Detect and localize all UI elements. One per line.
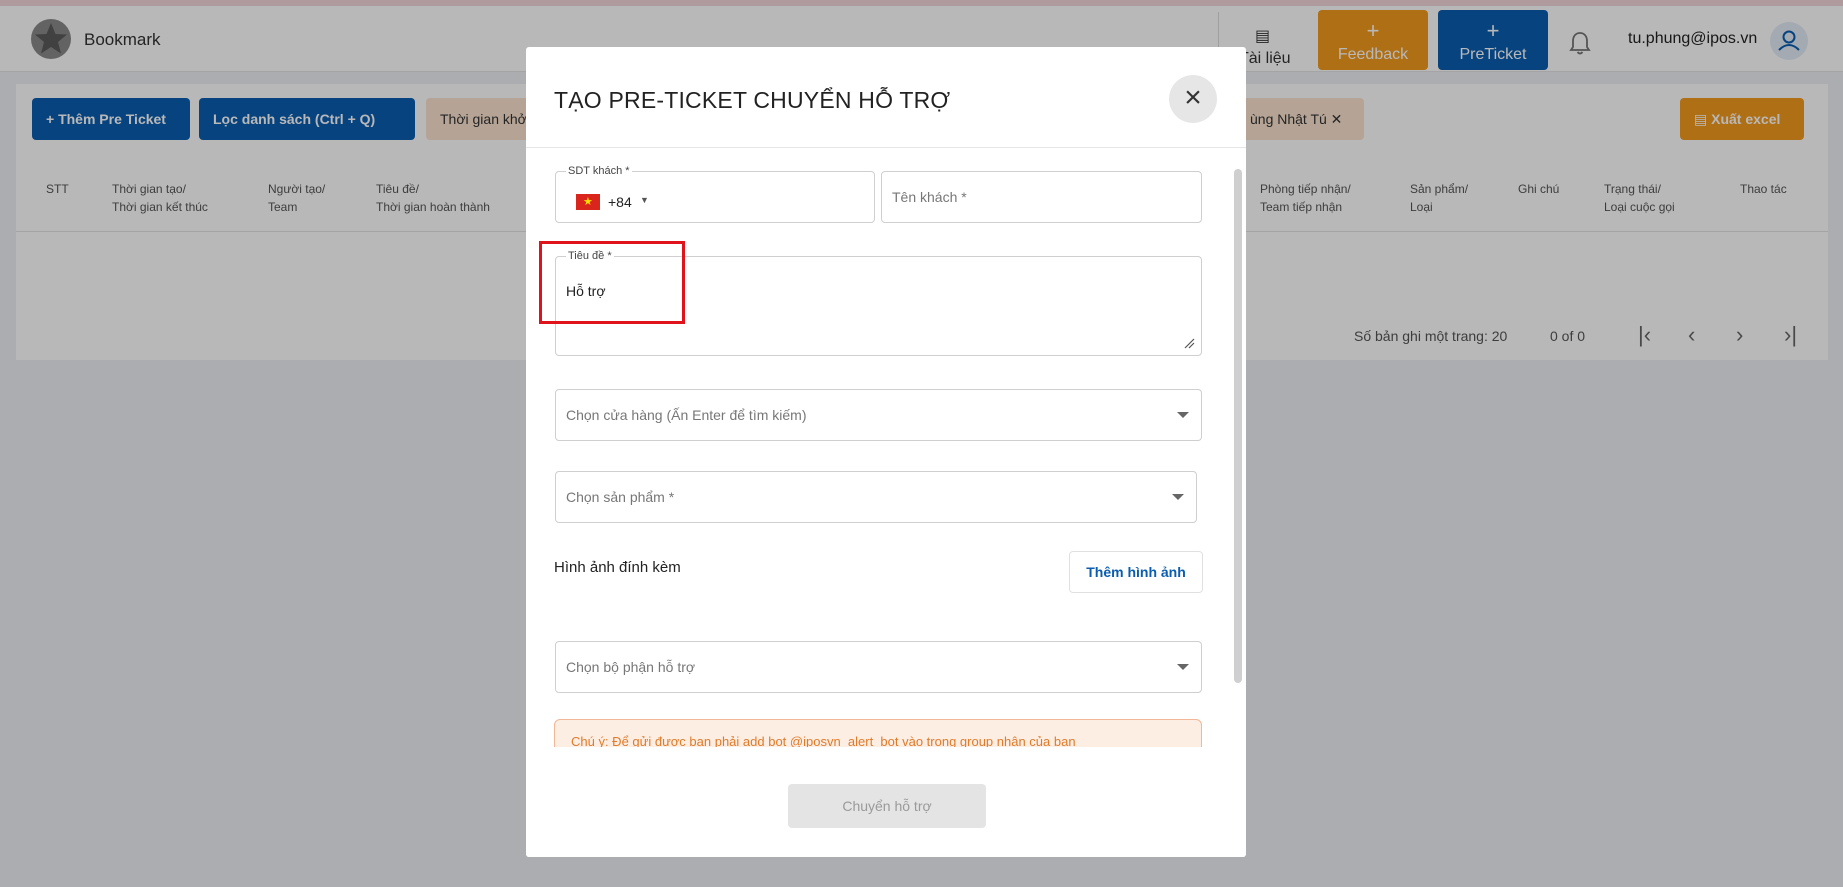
customer-name-input[interactable]: Tên khách * [881, 171, 1202, 223]
highlight-box [539, 241, 685, 324]
product-select-placeholder: Chọn sản phẩm * [566, 489, 675, 505]
store-select-placeholder: Chọn cửa hàng (Ấn Enter để tìm kiếm) [566, 407, 807, 423]
close-modal-button[interactable]: × [1169, 75, 1217, 123]
modal-scrollbar[interactable] [1234, 169, 1242, 683]
add-image-button[interactable]: Thêm hình ảnh [1069, 551, 1203, 593]
product-select[interactable]: Chọn sản phẩm * [555, 471, 1197, 523]
department-select-placeholder: Chọn bộ phận hỗ trợ [566, 659, 696, 675]
phone-country-code[interactable]: +84 [608, 194, 632, 210]
transfer-support-button[interactable]: Chuyển hỗ trợ [788, 784, 986, 828]
phone-field-label: SDT khách * [566, 165, 632, 177]
customer-name-placeholder: Tên khách * [892, 189, 967, 205]
dropdown-arrow-icon[interactable] [1177, 664, 1189, 670]
caret-down-icon[interactable]: ▼ [640, 195, 649, 205]
dropdown-arrow-icon[interactable] [1177, 412, 1189, 418]
vietnam-flag-icon[interactable] [576, 194, 600, 210]
department-select[interactable]: Chọn bộ phận hỗ trợ [555, 641, 1202, 693]
store-select[interactable]: Chọn cửa hàng (Ấn Enter để tìm kiếm) [555, 389, 1202, 441]
dropdown-arrow-icon[interactable] [1172, 494, 1184, 500]
create-preticket-modal: TẠO PRE-TICKET CHUYỂN HỖ TRỢ × SDT khách… [526, 47, 1246, 857]
resize-handle-icon[interactable] [1183, 337, 1195, 349]
divider [526, 147, 1246, 148]
attached-images-label: Hình ảnh đính kèm [554, 559, 681, 576]
close-icon: × [1184, 81, 1202, 114]
modal-title: TẠO PRE-TICKET CHUYỂN HỖ TRỢ [554, 87, 951, 113]
phone-field[interactable]: SDT khách * +84 ▼ [555, 165, 875, 223]
